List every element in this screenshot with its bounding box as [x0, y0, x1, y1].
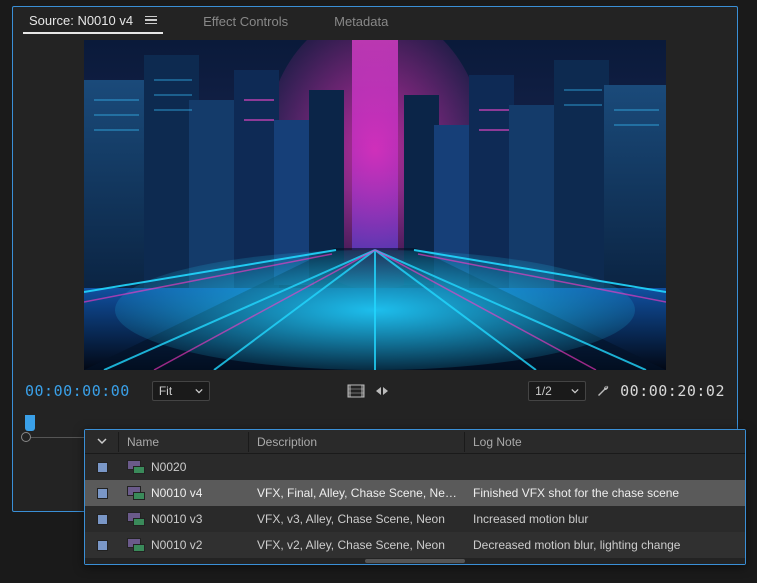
clip-icon [127, 538, 145, 552]
zoom-dropdown[interactable]: Fit [152, 381, 210, 401]
tab-source[interactable]: Source: N0010 v4 [23, 9, 163, 34]
clip-lognote: Increased motion blur [465, 512, 745, 526]
project-bin-panel: Name Description Log Note N0020 N0010 v4… [84, 429, 746, 565]
bin-row[interactable]: N0010 v4 VFX, Final, Alley, Chase Scene,… [85, 480, 745, 506]
zoom-handle-left[interactable] [21, 432, 31, 442]
preview-image [84, 40, 666, 370]
bin-row[interactable]: N0010 v2 VFX, v2, Alley, Chase Scene, Ne… [85, 532, 745, 558]
clip-name: N0010 v3 [151, 512, 202, 526]
chevron-down-icon [97, 436, 107, 446]
resolution-dropdown[interactable]: 1/2 [528, 381, 586, 401]
zoom-value: Fit [159, 384, 172, 398]
clip-name: N0020 [151, 460, 186, 474]
horizontal-scrollbar[interactable] [85, 558, 745, 564]
tab-effect-controls[interactable]: Effect Controls [197, 10, 294, 33]
clip-icon [127, 460, 145, 474]
clip-lognote: Finished VFX shot for the chase scene [465, 486, 745, 500]
filmstrip-icon[interactable] [347, 382, 365, 400]
label-swatch[interactable] [97, 514, 108, 525]
clip-name: N0010 v2 [151, 538, 202, 552]
label-swatch[interactable] [97, 488, 108, 499]
label-swatch[interactable] [97, 540, 108, 551]
clip-name: N0010 v4 [151, 486, 202, 500]
clip-icon [127, 486, 145, 500]
scrollbar-thumb[interactable] [365, 559, 465, 563]
timecode-duration[interactable]: 00:00:20:02 [620, 382, 725, 400]
chevron-down-icon [571, 387, 579, 395]
playhead-marker[interactable] [25, 415, 35, 431]
clip-description: VFX, v2, Alley, Chase Scene, Neon [249, 538, 465, 552]
video-frame [84, 40, 666, 370]
label-swatch[interactable] [97, 462, 108, 473]
wrench-icon[interactable] [594, 382, 612, 400]
clip-lognote: Decreased motion blur, lighting change [465, 538, 745, 552]
bin-row[interactable]: N0010 v3 VFX, v3, Alley, Chase Scene, Ne… [85, 506, 745, 532]
panel-menu-icon[interactable] [145, 16, 157, 25]
tab-metadata[interactable]: Metadata [328, 10, 394, 33]
panel-tab-bar: Source: N0010 v4 Effect Controls Metadat… [13, 7, 737, 35]
transport-controls: 00:00:00:00 Fit 1/2 00:00:20:02 [13, 375, 737, 407]
timecode-current[interactable]: 00:00:00:00 [25, 382, 130, 400]
bin-header-row: Name Description Log Note [85, 430, 745, 454]
clip-description: VFX, Final, Alley, Chase Scene, Neon [249, 486, 465, 500]
bin-row[interactable]: N0020 [85, 454, 745, 480]
col-header-lognote[interactable]: Log Note [465, 432, 745, 452]
chevron-down-icon [195, 387, 203, 395]
col-header-description[interactable]: Description [249, 432, 465, 452]
tab-source-label: Source: N0010 v4 [29, 13, 133, 28]
source-viewer[interactable] [13, 35, 737, 375]
collapse-toggle[interactable] [85, 432, 119, 452]
clip-description: VFX, v3, Alley, Chase Scene, Neon [249, 512, 465, 526]
clip-icon [127, 512, 145, 526]
insert-overwrite-icon[interactable] [373, 382, 391, 400]
col-header-name[interactable]: Name [119, 432, 249, 452]
resolution-value: 1/2 [535, 384, 552, 398]
